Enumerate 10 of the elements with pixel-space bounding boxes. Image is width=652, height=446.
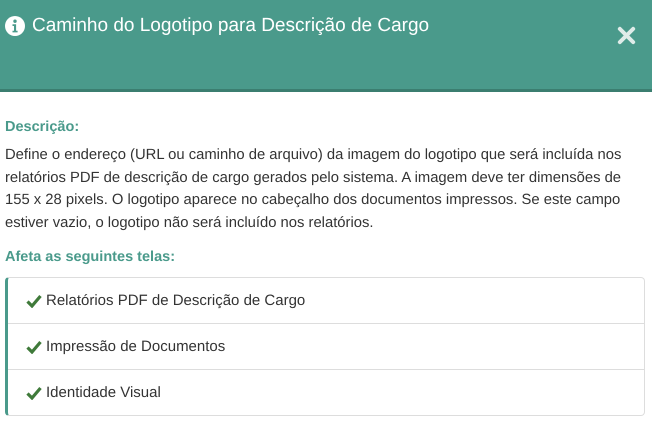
- close-icon: [617, 26, 636, 45]
- screen-item: Relatórios PDF de Descrição de Cargo: [46, 292, 306, 309]
- description-text: Define o endereço (URL ou caminho de arquivo) da imagem do logotipo que será incluída nos relatórios PDF de descrição de cargo gerados pelo sistema. A imagem deve ter dimensões de 155 x 28 pixels. O logotipo aparece no cabeçalho dos documentos impressos. Se este campo estiver vazio, o logotipo não será incluído nos relatórios.: [5, 146, 622, 232]
- section-heading: Afeta as seguintes telas:: [5, 249, 176, 265]
- window-title: Caminho do Logotipo para Descrição de Cargo: [32, 15, 430, 37]
- info-icon: [5, 16, 25, 36]
- screen-item: Impressão de Documentos: [46, 338, 226, 355]
- screen-item: Identidade Visual: [46, 384, 161, 401]
- close-button[interactable]: [617, 26, 636, 45]
- section-heading: Descrição:: [5, 119, 80, 135]
